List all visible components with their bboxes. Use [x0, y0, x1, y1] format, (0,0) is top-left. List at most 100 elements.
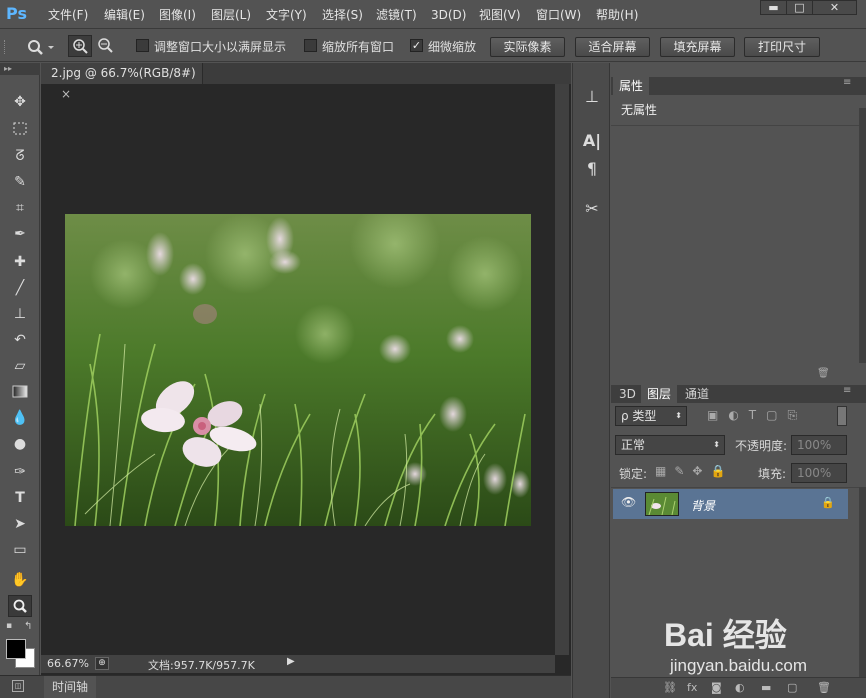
layers-footer: ⛓ fx ◙ ◐ ▬ ▢ 🗑: [611, 677, 866, 698]
visibility-eye-icon[interactable]: 👁: [621, 495, 636, 509]
trash-icon[interactable]: 🗑: [817, 368, 830, 379]
menu-3d[interactable]: 3D(D): [431, 6, 466, 24]
tools-panel: ▸▸ ✥ ᘔ ✎ ⌗ ✒ ✚ ╱ ⊥ ↶ ▱ 💧 ● ✑ T ➤ ▭ ✋ ▪ ↰…: [0, 63, 40, 698]
zoom-out-button[interactable]: [94, 35, 118, 57]
timeline-tab[interactable]: 时间轴: [44, 676, 97, 698]
status-menu-arrow-icon[interactable]: ▶: [287, 656, 299, 670]
menu-image[interactable]: 图像(I): [159, 6, 196, 24]
status-bar: 66.67% ⊕ 文档:957.7K/957.7K ▶: [41, 655, 555, 673]
layer-name[interactable]: 背景: [691, 497, 715, 514]
tab-channels[interactable]: 通道: [679, 385, 715, 403]
marquee-tool-icon[interactable]: [8, 118, 32, 140]
dodge-tool-icon[interactable]: ●: [8, 433, 32, 455]
clone-stamp-tool-icon[interactable]: ⊥: [8, 303, 32, 325]
rectangle-tool-icon[interactable]: ▭: [8, 539, 32, 561]
pen-tool-icon[interactable]: ✑: [8, 461, 32, 483]
vertical-scrollbar[interactable]: [555, 84, 569, 655]
menu-edit[interactable]: 编辑(E): [104, 6, 145, 24]
opacity-value: 100%: [797, 438, 832, 452]
layer-filter-icons[interactable]: ▣◐T▢⎘: [707, 408, 807, 423]
new-layer-icon[interactable]: ▢: [787, 681, 797, 694]
clone-source-icon[interactable]: ⊥: [579, 85, 605, 109]
tab-layers[interactable]: 图层: [641, 385, 678, 403]
quick-selection-tool-icon[interactable]: ✎: [8, 171, 32, 193]
healing-brush-tool-icon[interactable]: ✚: [8, 251, 32, 273]
eraser-tool-icon[interactable]: ▱: [8, 355, 32, 377]
maximize-button[interactable]: □: [786, 0, 813, 15]
canvas-image[interactable]: [65, 214, 531, 526]
lasso-tool-icon[interactable]: ᘔ: [8, 145, 32, 167]
history-brush-tool-icon[interactable]: ↶: [8, 329, 32, 351]
photoshop-logo: Ps: [6, 4, 27, 23]
path-selection-tool-icon[interactable]: ➤: [8, 513, 32, 535]
blend-mode-select[interactable]: 正常 ⬍: [615, 435, 725, 455]
fit-screen-button[interactable]: 适合屏幕: [575, 37, 650, 57]
move-tool-icon[interactable]: ✥: [8, 91, 32, 113]
fill-input[interactable]: 100%: [791, 463, 847, 483]
tool-preset-picker[interactable]: [24, 36, 56, 58]
document-tab[interactable]: 2.jpg @ 66.7%(RGB/8#) ×: [41, 63, 203, 101]
layer-row-background[interactable]: 👁 背景 🔒: [613, 489, 848, 519]
share-icon[interactable]: ⊕: [95, 657, 109, 670]
zoom-out-icon: [98, 38, 113, 53]
actual-pixels-button[interactable]: 实际像素: [490, 37, 565, 57]
layers-panel-menu-icon[interactable]: ≡: [843, 385, 851, 396]
close-tab-icon[interactable]: ×: [61, 87, 71, 101]
layer-style-icon[interactable]: fx: [687, 681, 697, 694]
paragraph-panel-icon[interactable]: ¶: [579, 157, 605, 181]
zoom-tool-icon[interactable]: [8, 595, 32, 617]
timeline-icon[interactable]: ◫: [12, 680, 24, 692]
foreground-color-swatch[interactable]: [6, 639, 26, 659]
default-colors-icon[interactable]: ▪: [6, 621, 16, 631]
brush-tool-icon[interactable]: ╱: [8, 277, 32, 299]
tool-presets-icon[interactable]: ✂: [579, 197, 605, 221]
zoom-in-button[interactable]: [68, 35, 92, 57]
resize-windows-checkbox[interactable]: [136, 39, 149, 52]
swap-colors-icon[interactable]: ↰: [24, 621, 34, 632]
fill-label: 填充:: [758, 467, 787, 481]
zoom-level[interactable]: 66.67%: [47, 657, 89, 670]
link-layers-icon[interactable]: ⛓: [663, 681, 677, 694]
blur-tool-icon[interactable]: 💧: [8, 407, 32, 429]
scrubby-zoom-label: 细微缩放: [428, 40, 477, 54]
menu-file[interactable]: 文件(F): [48, 6, 88, 24]
close-button[interactable]: ✕: [812, 0, 857, 15]
delete-layer-icon[interactable]: 🗑: [817, 681, 831, 694]
scrubby-zoom-checkbox[interactable]: ✓: [410, 39, 423, 52]
menu-window[interactable]: 窗口(W): [536, 6, 581, 24]
crop-tool-icon[interactable]: ⌗: [8, 197, 32, 219]
print-size-button[interactable]: 打印尺寸: [744, 37, 820, 57]
resize-windows-label: 调整窗口大小以满屏显示: [154, 40, 287, 54]
add-mask-icon[interactable]: ◙: [711, 681, 722, 694]
fill-screen-button[interactable]: 填充屏幕: [660, 37, 735, 57]
menu-view[interactable]: 视图(V): [479, 6, 521, 24]
minimize-button[interactable]: ▬: [760, 0, 787, 15]
menu-help[interactable]: 帮助(H): [596, 6, 638, 24]
character-panel-icon[interactable]: A|: [579, 129, 605, 153]
properties-scrollbar[interactable]: [859, 108, 866, 363]
eyedropper-tool-icon[interactable]: ✒: [8, 223, 32, 245]
opacity-input[interactable]: 100%: [791, 435, 847, 455]
menu-layer[interactable]: 图层(L): [211, 6, 251, 24]
panel-menu-icon[interactable]: ≡: [843, 77, 851, 88]
menu-select[interactable]: 选择(S): [322, 6, 363, 24]
layer-filter-label: ρ 类型: [621, 409, 657, 423]
zoom-all-windows-checkbox[interactable]: [304, 39, 317, 52]
zoom-in-icon: [73, 39, 88, 54]
toolbar-collapse-icon[interactable]: ▸▸: [0, 63, 40, 75]
tab-3d[interactable]: 3D: [613, 385, 642, 403]
menu-type[interactable]: 文字(Y): [266, 6, 307, 24]
hand-tool-icon[interactable]: ✋: [8, 569, 32, 591]
grip-handle[interactable]: [4, 40, 7, 54]
menu-bar: Ps 文件(F) 编辑(E) 图像(I) 图层(L) 文字(Y) 选择(S) 滤…: [0, 0, 866, 29]
filter-toggle[interactable]: [837, 406, 847, 426]
properties-tab[interactable]: 属性: [613, 77, 650, 95]
adjustment-layer-icon[interactable]: ◐: [735, 681, 745, 694]
gradient-tool-icon[interactable]: [8, 381, 32, 403]
type-tool-icon[interactable]: T: [8, 487, 32, 509]
menu-filter[interactable]: 滤镜(T): [376, 6, 417, 24]
layers-scrollbar[interactable]: [859, 487, 866, 677]
layer-filter-select[interactable]: ρ 类型 ⬍: [615, 406, 687, 426]
new-group-icon[interactable]: ▬: [761, 681, 771, 694]
lock-icons[interactable]: ▦✎✥🔒: [655, 464, 733, 478]
